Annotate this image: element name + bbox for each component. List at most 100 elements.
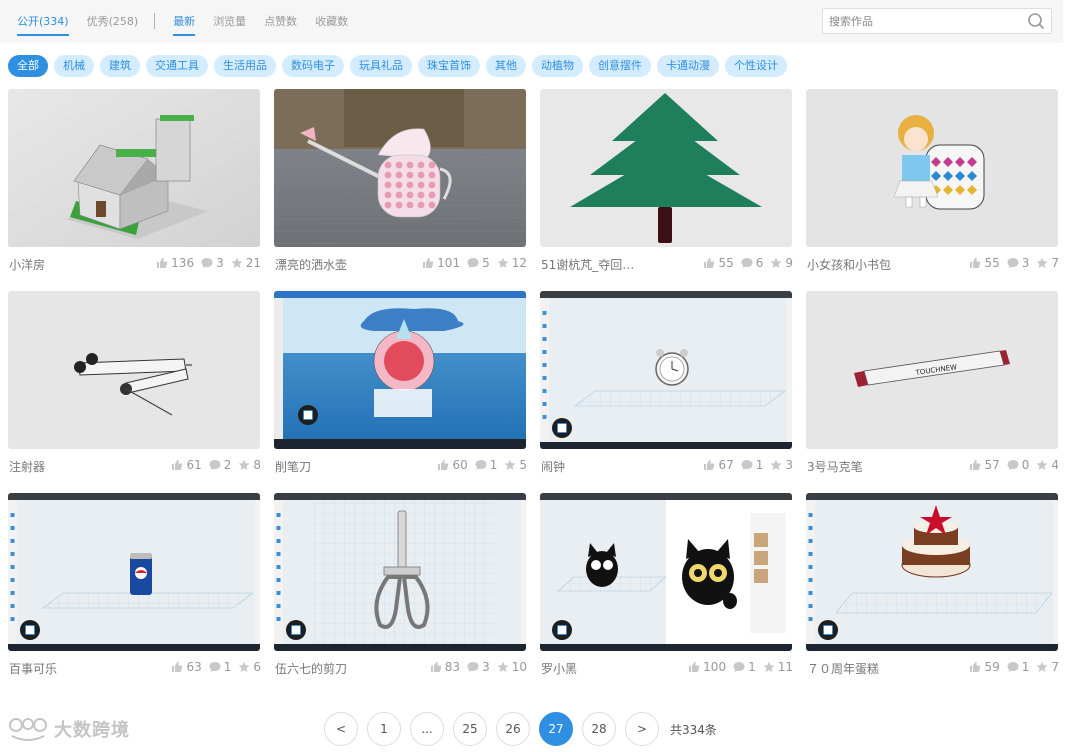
work-title[interactable]: 百事可乐	[9, 660, 57, 677]
work-thumbnail[interactable]	[540, 493, 792, 651]
work-thumbnail[interactable]	[274, 291, 526, 449]
star-stat[interactable]: 6	[238, 660, 261, 674]
work-card[interactable]: 罗小黑 100 1 11	[540, 493, 793, 683]
work-title[interactable]: 注射器	[9, 458, 45, 475]
category-chip[interactable]: 动植物	[532, 55, 583, 77]
tab-excellent[interactable]: 优秀(258)	[87, 13, 139, 29]
work-title[interactable]: 闹钟	[541, 458, 565, 475]
work-title[interactable]: 3号马克笔	[807, 458, 863, 475]
work-thumbnail[interactable]	[806, 89, 1058, 247]
search-icon[interactable]	[1027, 12, 1045, 30]
page-ellipsis[interactable]: ...	[410, 712, 444, 746]
like-stat[interactable]: 59	[969, 660, 1000, 674]
category-chip[interactable]: 个性设计	[725, 55, 787, 77]
work-card[interactable]: 闹钟 67 1 3	[540, 291, 793, 481]
like-stat[interactable]: 61	[171, 458, 202, 472]
work-card[interactable]: 小女孩和小书包 55 3 7	[806, 89, 1059, 279]
work-thumbnail[interactable]	[806, 493, 1058, 651]
page-button-28[interactable]: 28	[582, 712, 616, 746]
work-card[interactable]: 伍六七的剪刀 83 3 10	[274, 493, 527, 683]
work-card[interactable]: TOUCHNEW 3号马克笔 57 0 4	[806, 291, 1059, 481]
category-chip[interactable]: 创意摆件	[589, 55, 651, 77]
tab-likes[interactable]: 点赞数	[264, 13, 297, 29]
work-card[interactable]: ７０周年蛋糕 59 1 7	[806, 493, 1059, 683]
star-stat[interactable]: 12	[497, 256, 527, 270]
comment-stat[interactable]: 1	[741, 458, 763, 472]
comment-stat[interactable]: 1	[733, 660, 756, 674]
work-title[interactable]: 小女孩和小书包	[807, 256, 891, 273]
category-chip[interactable]: 卡通动漫	[657, 55, 719, 77]
work-card[interactable]: 百事可乐 63 1 6	[8, 493, 261, 683]
category-chip[interactable]: 玩具礼品	[350, 55, 412, 77]
category-chip[interactable]: 其他	[486, 55, 526, 77]
like-stat[interactable]: 100	[688, 660, 726, 674]
work-card[interactable]: 小洋房 136 3 21	[8, 89, 261, 279]
work-card[interactable]: 51谢杭芃_夺回… 55 6 9	[540, 89, 793, 279]
star-stat[interactable]: 8	[238, 458, 261, 472]
like-stat[interactable]: 101	[422, 256, 460, 270]
comment-stat[interactable]: 1	[1007, 660, 1029, 674]
work-thumbnail[interactable]	[8, 89, 260, 247]
tab-public[interactable]: 公开(334)	[17, 13, 69, 36]
work-thumbnail[interactable]	[274, 493, 526, 651]
like-stat[interactable]: 57	[969, 458, 1000, 472]
page-button-27[interactable]: 27	[539, 712, 573, 746]
work-thumbnail[interactable]	[8, 291, 260, 449]
comment-stat[interactable]: 1	[209, 660, 231, 674]
comment-stat[interactable]: 1	[475, 458, 497, 472]
work-thumbnail[interactable]	[8, 493, 260, 651]
category-chip[interactable]: 全部	[8, 55, 48, 77]
category-chip[interactable]: 建筑	[100, 55, 140, 77]
like-stat[interactable]: 83	[430, 660, 460, 674]
work-title[interactable]: 漂亮的洒水壶	[275, 256, 347, 273]
work-card[interactable]: 削笔刀 60 1 5	[274, 291, 527, 481]
like-stat[interactable]: 55	[969, 256, 1000, 270]
star-stat[interactable]: 21	[231, 256, 261, 270]
page-button-1[interactable]: 1	[367, 712, 401, 746]
page-button-26[interactable]: 26	[496, 712, 530, 746]
page-button-25[interactable]: 25	[453, 712, 487, 746]
star-stat[interactable]: 7	[1036, 660, 1059, 674]
work-title[interactable]: 罗小黑	[541, 660, 577, 677]
work-card[interactable]: 漂亮的洒水壶 101 5 12	[274, 89, 527, 279]
star-stat[interactable]: 11	[763, 660, 793, 674]
comment-stat[interactable]: 2	[209, 458, 231, 472]
work-title[interactable]: 小洋房	[9, 256, 45, 273]
category-chip[interactable]: 机械	[54, 55, 94, 77]
category-chip[interactable]: 交通工具	[146, 55, 208, 77]
tab-newest[interactable]: 最新	[173, 13, 196, 36]
work-thumbnail[interactable]	[540, 291, 792, 449]
like-stat[interactable]: 67	[703, 458, 734, 472]
like-stat[interactable]: 60	[437, 458, 468, 472]
comment-stat[interactable]: 5	[467, 256, 490, 270]
tab-favorites[interactable]: 收藏数	[315, 13, 348, 29]
work-title[interactable]: ７０周年蛋糕	[807, 660, 879, 677]
work-thumbnail[interactable]: TOUCHNEW	[806, 291, 1058, 449]
work-title[interactable]: 51谢杭芃_夺回…	[541, 256, 634, 273]
like-stat[interactable]: 55	[703, 256, 734, 270]
work-thumbnail[interactable]	[274, 89, 526, 247]
star-stat[interactable]: 7	[1036, 256, 1059, 270]
star-stat[interactable]: 9	[770, 256, 793, 270]
comment-stat[interactable]: 3	[467, 660, 490, 674]
star-stat[interactable]: 4	[1036, 458, 1059, 472]
comment-stat[interactable]: 3	[1007, 256, 1029, 270]
comment-stat[interactable]: 0	[1007, 458, 1029, 472]
like-stat[interactable]: 136	[156, 256, 194, 270]
star-stat[interactable]: 3	[770, 458, 793, 472]
star-stat[interactable]: 10	[497, 660, 527, 674]
work-title[interactable]: 削笔刀	[275, 458, 311, 475]
work-card[interactable]: 注射器 61 2 8	[8, 291, 261, 481]
like-stat[interactable]: 63	[171, 660, 202, 674]
work-thumbnail[interactable]	[540, 89, 792, 247]
work-title[interactable]: 伍六七的剪刀	[275, 660, 347, 677]
comment-stat[interactable]: 6	[741, 256, 763, 270]
star-stat[interactable]: 5	[504, 458, 527, 472]
tab-views[interactable]: 浏览量	[213, 13, 246, 29]
prev-page-button[interactable]: <	[324, 712, 358, 746]
next-page-button[interactable]: >	[625, 712, 659, 746]
search-input[interactable]	[823, 9, 1013, 33]
category-chip[interactable]: 生活用品	[214, 55, 276, 77]
comment-stat[interactable]: 3	[201, 256, 224, 270]
category-chip[interactable]: 珠宝首饰	[418, 55, 480, 77]
